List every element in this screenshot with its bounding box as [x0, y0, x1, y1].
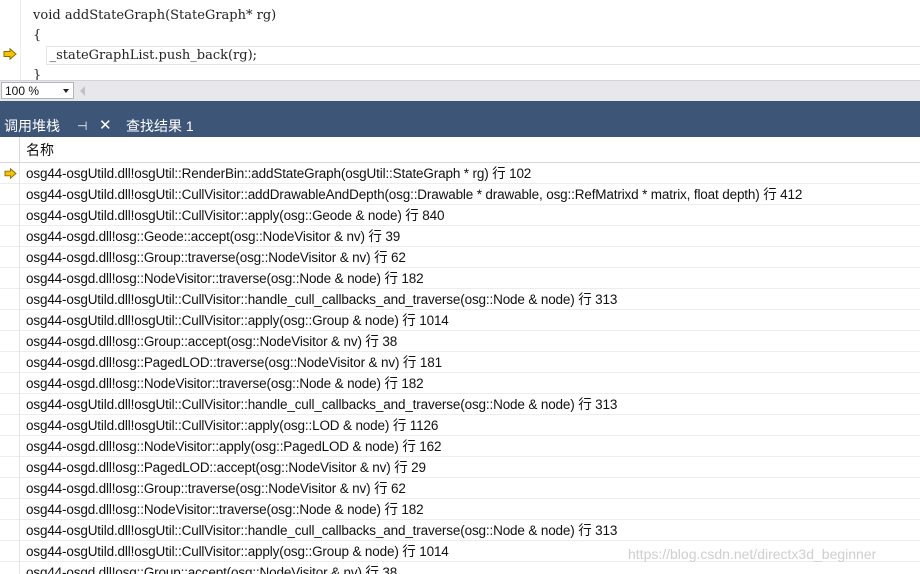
panel-splitter[interactable]	[0, 101, 920, 115]
row-gutter	[0, 289, 20, 310]
tab-find-results-label: 查找结果 1	[126, 118, 194, 134]
chevron-down-icon	[63, 89, 69, 93]
call-stack-row[interactable]: osg44-osgd.dll!osg::NodeVisitor::travers…	[0, 268, 920, 289]
call-stack-frame-text: osg44-osgd.dll!osg::PagedLOD::traverse(o…	[26, 355, 442, 370]
call-stack-frame-text: osg44-osgd.dll!osg::NodeVisitor::travers…	[26, 376, 424, 391]
row-gutter	[0, 520, 20, 541]
row-gutter	[0, 310, 20, 331]
call-stack-frame-text: osg44-osgUtild.dll!osgUtil::CullVisitor:…	[26, 292, 618, 307]
call-stack-frame-text: osg44-osgd.dll!osg::Group::accept(osg::N…	[26, 334, 398, 349]
call-stack-row[interactable]: osg44-osgUtild.dll!osgUtil::CullVisitor:…	[0, 205, 920, 226]
call-stack-row[interactable]: osg44-osgUtild.dll!osgUtil::CullVisitor:…	[0, 520, 920, 541]
row-gutter	[0, 499, 20, 520]
call-stack-rows: osg44-osgUtild.dll!osgUtil::RenderBin::a…	[0, 163, 920, 574]
call-stack-row[interactable]: osg44-osgUtild.dll!osgUtil::CullVisitor:…	[0, 310, 920, 331]
row-gutter	[0, 331, 20, 352]
row-gutter	[0, 373, 20, 394]
call-stack-frame-text: osg44-osgd.dll!osg::Group::accept(osg::N…	[26, 565, 398, 574]
call-stack-row[interactable]: osg44-osgd.dll!osg::NodeVisitor::travers…	[0, 499, 920, 520]
list-header: 名称	[0, 137, 920, 163]
scroll-left-arrow-icon[interactable]	[80, 86, 85, 96]
row-gutter	[0, 562, 20, 574]
header-gutter	[0, 137, 20, 163]
zoom-level-value: 100 %	[5, 84, 40, 98]
row-gutter	[0, 394, 20, 415]
call-stack-frame-text: osg44-osgUtild.dll!osgUtil::CullVisitor:…	[26, 523, 618, 538]
row-gutter	[0, 478, 20, 499]
call-stack-frame-text: osg44-osgd.dll!osg::Geode::accept(osg::N…	[26, 229, 401, 244]
call-stack-row[interactable]: osg44-osgd.dll!osg::Group::accept(osg::N…	[0, 331, 920, 352]
code-line[interactable]: {	[0, 26, 41, 46]
row-gutter	[0, 226, 20, 247]
row-gutter	[0, 268, 20, 289]
row-gutter	[0, 205, 20, 226]
watermark: https://blog.csdn.net/directx3d_beginner	[628, 546, 877, 562]
column-header-name[interactable]: 名称	[26, 137, 54, 163]
close-icon[interactable]: ✕	[99, 117, 112, 134]
call-stack-row[interactable]: osg44-osgd.dll!osg::Group::accept(osg::N…	[0, 562, 920, 574]
call-stack-frame-text: osg44-osgd.dll!osg::NodeVisitor::apply(o…	[26, 439, 442, 454]
code-editor[interactable]: void addStateGraph(StateGraph* rg) { _st…	[0, 0, 920, 80]
call-stack-row[interactable]: osg44-osgUtild.dll!osgUtil::CullVisitor:…	[0, 184, 920, 205]
call-stack-frame-text: osg44-osgd.dll!osg::Group::traverse(osg:…	[26, 481, 406, 496]
row-gutter	[0, 352, 20, 373]
code-line[interactable]: void addStateGraph(StateGraph* rg)	[0, 6, 276, 26]
zoom-level-dropdown[interactable]: 100 %	[1, 82, 74, 99]
call-stack-frame-text: osg44-osgd.dll!osg::PagedLOD::accept(osg…	[26, 460, 426, 475]
call-stack-row[interactable]: osg44-osgd.dll!osg::Group::traverse(osg:…	[0, 478, 920, 499]
call-stack-row[interactable]: osg44-osgd.dll!osg::PagedLOD::accept(osg…	[0, 457, 920, 478]
pin-icon[interactable]: ⊣	[77, 118, 87, 134]
call-stack-row[interactable]: osg44-osgd.dll!osg::PagedLOD::traverse(o…	[0, 352, 920, 373]
call-stack-row[interactable]: osg44-osgd.dll!osg::NodeVisitor::apply(o…	[0, 436, 920, 457]
call-stack-frame-text: osg44-osgd.dll!osg::Group::traverse(osg:…	[26, 250, 406, 265]
tab-call-stack[interactable]: 调用堆栈 ⊣ ✕	[0, 115, 122, 137]
row-gutter	[0, 247, 20, 268]
call-stack-frame-text: osg44-osgUtild.dll!osgUtil::CullVisitor:…	[26, 187, 803, 202]
call-stack-frame-text: osg44-osgUtild.dll!osgUtil::CullVisitor:…	[26, 208, 445, 223]
editor-status-bar: 100 %	[0, 80, 920, 102]
call-stack-row[interactable]: osg44-osgd.dll!osg::NodeVisitor::travers…	[0, 373, 920, 394]
row-gutter	[0, 415, 20, 436]
tab-find-results[interactable]: 查找结果 1	[122, 115, 198, 137]
call-stack-row[interactable]: osg44-osgUtild.dll!osgUtil::CullVisitor:…	[0, 289, 920, 310]
row-gutter	[0, 436, 20, 457]
call-stack-list[interactable]: 名称 osg44-osgUtild.dll!osgUtil::RenderBin…	[0, 137, 920, 574]
row-gutter	[0, 541, 20, 562]
call-stack-row[interactable]: osg44-osgd.dll!osg::Group::traverse(osg:…	[0, 247, 920, 268]
row-gutter	[0, 184, 20, 205]
call-stack-frame-text: osg44-osgd.dll!osg::NodeVisitor::travers…	[26, 271, 424, 286]
call-stack-frame-text: osg44-osgUtild.dll!osgUtil::CullVisitor:…	[26, 313, 449, 328]
code-line[interactable]: }	[0, 66, 41, 80]
call-stack-row[interactable]: osg44-osgd.dll!osg::Geode::accept(osg::N…	[0, 226, 920, 247]
current-frame-arrow-icon	[4, 168, 17, 179]
call-stack-row[interactable]: osg44-osgUtild.dll!osgUtil::RenderBin::a…	[0, 163, 920, 184]
call-stack-frame-text: osg44-osgUtild.dll!osgUtil::RenderBin::a…	[26, 166, 532, 181]
call-stack-row[interactable]: osg44-osgUtild.dll!osgUtil::CullVisitor:…	[0, 415, 920, 436]
code-line[interactable]: _stateGraphList.push_back(rg);	[0, 46, 257, 66]
call-stack-frame-text: osg44-osgUtild.dll!osgUtil::CullVisitor:…	[26, 418, 439, 433]
tab-call-stack-label: 调用堆栈	[4, 118, 60, 134]
call-stack-frame-text: osg44-osgd.dll!osg::NodeVisitor::travers…	[26, 502, 424, 517]
row-gutter	[0, 163, 20, 184]
tool-window-tabbar: 调用堆栈 ⊣ ✕ 查找结果 1	[0, 115, 920, 137]
row-gutter	[0, 457, 20, 478]
call-stack-frame-text: osg44-osgUtild.dll!osgUtil::CullVisitor:…	[26, 397, 618, 412]
call-stack-row[interactable]: osg44-osgUtild.dll!osgUtil::CullVisitor:…	[0, 394, 920, 415]
call-stack-frame-text: osg44-osgUtild.dll!osgUtil::CullVisitor:…	[26, 544, 449, 559]
